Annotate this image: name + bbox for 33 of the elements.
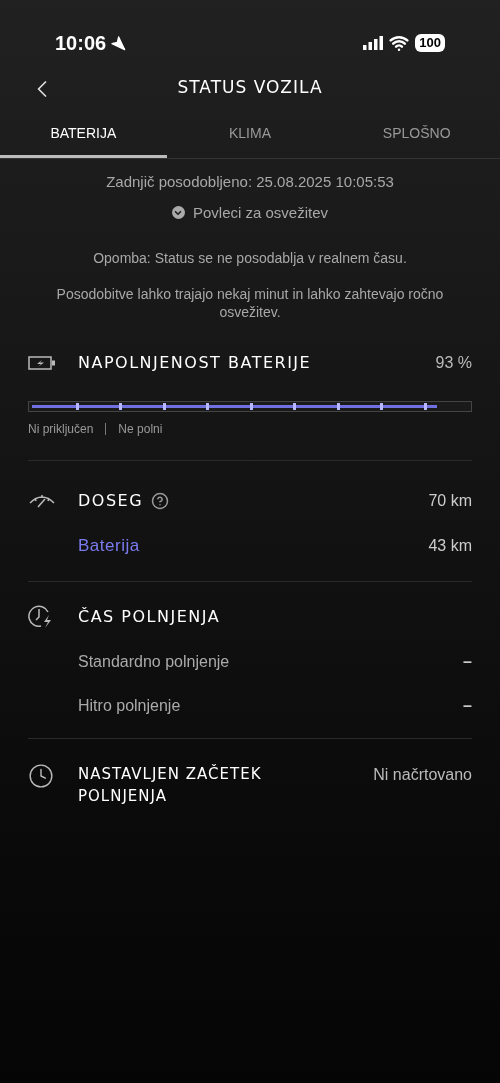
note-text: Opomba: Status se ne posodablja v realnem času. [93, 249, 407, 268]
location-icon [110, 34, 127, 51]
signal-icon [363, 35, 384, 50]
tab[interactable]: BATERIJA [0, 111, 167, 158]
page-title: STATUS VOZILA [177, 76, 323, 100]
range-value: 70 km [428, 491, 472, 511]
section-title: DOSEG [78, 490, 144, 512]
chevron-down-icon [171, 206, 185, 220]
tab[interactable]: SPLOŠNO [333, 111, 500, 158]
last-updated-text: Zadnjič posodobljeno: 25.08.2025 10:05:53 [106, 172, 394, 192]
charge-time-label: Hitro polnjenje [78, 695, 181, 716]
tab[interactable]: KLIMA [166, 111, 334, 158]
clock-icon [28, 762, 54, 789]
charge-value: 93 % [435, 353, 472, 373]
battery-range-label: Baterija [78, 535, 140, 557]
hint-text: Posodobitve lahko trajajo nekaj minut in lahko zahtevajo ročno osvežitev. [55, 285, 445, 321]
pull-to-refresh-text: Povleci za osvežitev [192, 202, 329, 223]
section-title: NAPOLNJENOST BATERIJE [78, 352, 312, 374]
gauge-icon [28, 493, 56, 509]
clock-time: 10:06 [55, 30, 107, 56]
plug-status: Ni priključen [28, 421, 94, 438]
charge-time-value: – [463, 651, 472, 672]
clock-bolt-icon [28, 603, 54, 630]
section-title: NASTAVLJEN ZAČETEK POLNJENJA [78, 763, 262, 807]
section-title: ČAS POLNJENJA [78, 605, 221, 628]
charge-time-label: Standardno polnjenje [78, 651, 230, 672]
help-icon[interactable] [151, 492, 170, 510]
charge-time-value: – [463, 695, 472, 716]
charging-status: Ne polni [118, 421, 163, 438]
schedule-value: Ni načrtovano [373, 764, 472, 785]
battery-charging-icon [28, 356, 56, 370]
battery-indicator: 100 [415, 33, 445, 52]
battery-range-value: 43 km [428, 535, 472, 556]
